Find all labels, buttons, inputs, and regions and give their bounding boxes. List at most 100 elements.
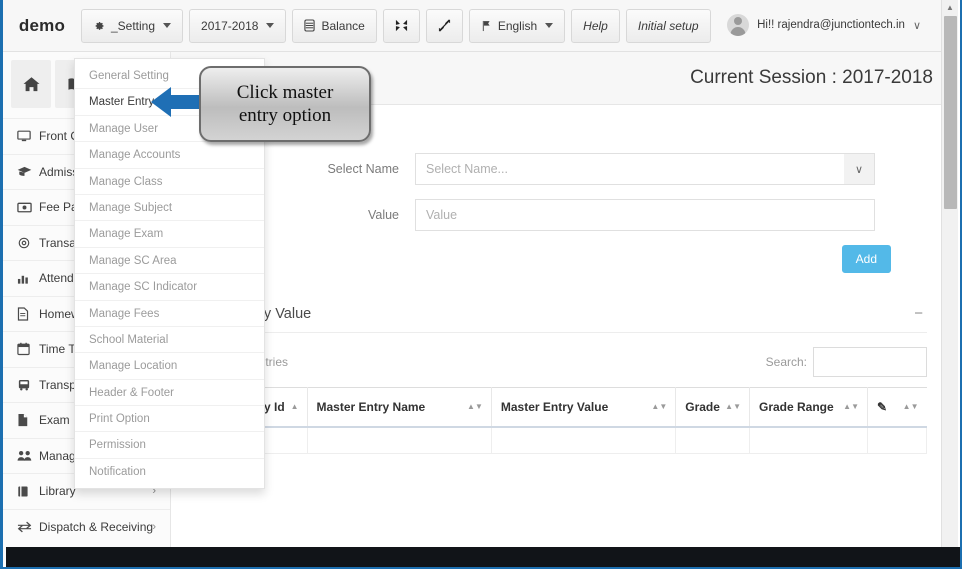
vertical-scrollbar[interactable]: ▲ (941, 0, 958, 567)
taskbar-content (6, 547, 960, 551)
table-head: Master Entry Id ▲ Master Entry Name ▲▼ M… (189, 387, 927, 428)
menu-item-school-material[interactable]: School Material (75, 327, 264, 354)
th-grade-range[interactable]: Grade Range ▲▼ (749, 387, 868, 428)
chevron-down-icon: ∨ (912, 19, 921, 32)
bottom-taskbar (6, 547, 960, 567)
sort-asc-icon: ▲ (290, 402, 299, 411)
menu-item-manage-exam[interactable]: Manage Exam (75, 221, 264, 248)
select-name-dropdown[interactable]: Select Name... ∨ (415, 153, 875, 185)
select-name-value: Select Name... (426, 162, 508, 176)
value-row: Value (189, 199, 927, 231)
master-entry-table: Master Entry Id ▲ Master Entry Name ▲▼ M… (189, 387, 927, 454)
user-menu[interactable]: Hi!! rajendra@junctiontech.in ∨ (723, 9, 931, 41)
language-button[interactable]: English (468, 8, 566, 43)
menu-item-manage-sc-indicator[interactable]: Manage SC Indicator (75, 274, 264, 301)
th-master-entry-name[interactable]: Master Entry Name ▲▼ (307, 387, 492, 428)
expand-icon (438, 19, 451, 32)
th-label: Grade Range (759, 400, 834, 414)
menu-item-manage-subject[interactable]: Manage Subject (75, 195, 264, 222)
th-label: Master Entry Value (500, 400, 609, 414)
initial-setup-button[interactable]: Initial setup (625, 8, 711, 43)
select-name-row: Select Name Select Name... ∨ (189, 153, 927, 185)
home-icon (22, 75, 41, 94)
exchange-icon (17, 521, 39, 533)
menu-item-permission[interactable]: Permission (75, 432, 264, 459)
callout-tooltip: Click master entry option (199, 66, 371, 142)
sidebar-label: Exam (39, 413, 70, 428)
graduation-cap-icon (17, 165, 39, 179)
menu-item-notification[interactable]: Notification (75, 459, 264, 485)
monitor-icon (17, 129, 39, 143)
brand-logo[interactable]: demo (3, 16, 81, 36)
add-button-row: Add (189, 245, 927, 273)
th-master-entry-value[interactable]: Master Entry Value ▲▼ (491, 387, 677, 428)
th-label: Grade (685, 400, 720, 414)
callout-line-2: entry option (238, 105, 332, 126)
library-icon (17, 485, 39, 498)
top-navbar: demo _Setting 2017-2018 Balance English … (3, 0, 945, 52)
language-button-label: English (497, 18, 538, 33)
sidebar-label: Library (39, 484, 76, 499)
menu-item-manage-location[interactable]: Manage Location (75, 353, 264, 380)
compress-icon (395, 19, 408, 32)
chart-bar-icon (17, 272, 39, 285)
setting-button[interactable]: _Setting (81, 8, 184, 43)
session-year-label: 2017-2018 (201, 18, 259, 33)
money-icon (17, 201, 39, 214)
edit-icon: ✎ (877, 400, 888, 414)
chevron-down-icon (163, 23, 172, 28)
help-button[interactable]: Help (571, 8, 620, 43)
master-entry-form: Select Name Select Name... ∨ Value Add (189, 135, 927, 273)
menu-item-print-option[interactable]: Print Option (75, 406, 264, 433)
menu-item-manage-accounts[interactable]: Manage Accounts (75, 142, 264, 169)
chevron-down-icon (545, 23, 554, 28)
sort-both-icon: ▲▼ (651, 402, 668, 411)
home-button[interactable] (11, 60, 51, 108)
scrollbar-thumb[interactable] (944, 16, 957, 209)
page-title: Current Session : 2017-2018 (690, 67, 933, 88)
collapse-icon[interactable]: − (914, 305, 927, 322)
th-grade[interactable]: Grade ▲▼ (675, 387, 750, 428)
flag-icon (481, 20, 492, 32)
application-window: demo _Setting 2017-2018 Balance English … (0, 0, 962, 569)
document-icon (17, 307, 39, 321)
th-label: Master Entry Name (316, 400, 426, 414)
sidebar-label: Dispatch & Receiving (39, 519, 154, 534)
menu-item-manage-sc-area[interactable]: Manage SC Area (75, 248, 264, 275)
sidebar-item-dispatch-receiving[interactable]: Dispatch & Receiving › (3, 508, 170, 545)
balance-button[interactable]: Balance (292, 8, 377, 43)
menu-item-manage-fees[interactable]: Manage Fees (75, 301, 264, 327)
menu-item-header-footer[interactable]: Header & Footer (75, 380, 264, 407)
file-icon (17, 413, 39, 427)
menu-item-manage-class[interactable]: Manage Class (75, 169, 264, 195)
expand-button[interactable] (425, 8, 463, 43)
calendar-icon (17, 342, 39, 356)
compress-button[interactable] (382, 8, 420, 43)
value-input[interactable] (415, 199, 875, 231)
database-icon (304, 19, 316, 32)
bus-icon (17, 378, 39, 392)
add-button[interactable]: Add (841, 245, 891, 273)
table-row[interactable] (189, 427, 927, 454)
th-edit[interactable]: ✎ ▲▼ (867, 387, 927, 428)
chevron-down-icon: ∨ (844, 154, 874, 184)
help-button-label: Help (583, 18, 608, 33)
table-search: Search: (766, 347, 927, 377)
session-year-button[interactable]: 2017-2018 (189, 8, 287, 43)
scroll-up-icon[interactable]: ▲ (942, 0, 958, 15)
setting-button-label: _Setting (111, 18, 156, 33)
gear-icon (93, 20, 105, 32)
sort-both-icon: ▲▼ (725, 402, 741, 411)
search-input[interactable] (813, 347, 927, 377)
table-toolbar: ▼ entries Search: (189, 333, 927, 387)
sort-both-icon: ▲▼ (843, 402, 859, 411)
navbar-button-group: _Setting 2017-2018 Balance English Help … (81, 8, 711, 43)
user-greeting: Hi!! rajendra@junctiontech.in (757, 19, 905, 31)
avatar (727, 14, 750, 36)
chevron-down-icon (266, 23, 275, 28)
gear-icon (17, 236, 39, 250)
callout-arrow-icon (151, 84, 201, 125)
table-header-row: Master Entry Id ▲ Master Entry Name ▲▼ M… (189, 387, 927, 428)
panel-header: Master Entry Value − (189, 295, 927, 333)
search-label: Search: (765, 355, 807, 369)
